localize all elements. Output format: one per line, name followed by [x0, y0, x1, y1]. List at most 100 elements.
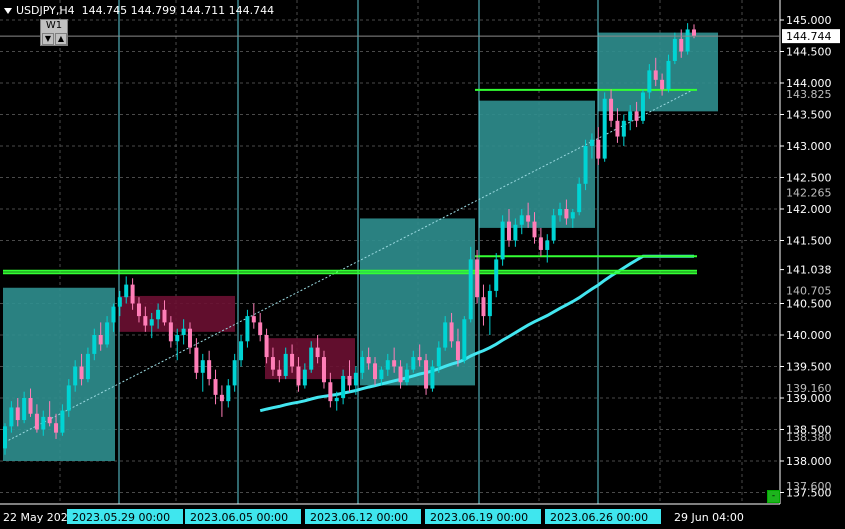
candle-body — [577, 183, 582, 213]
candle-body — [347, 375, 352, 386]
candle-body — [34, 413, 39, 430]
candle-body — [564, 209, 569, 219]
candle-body — [436, 347, 441, 367]
candle-body — [411, 357, 416, 370]
price-label: 139.500 — [786, 361, 832, 374]
candle-body — [156, 309, 161, 320]
candle-body — [628, 111, 633, 121]
candle-body — [162, 309, 167, 323]
price-label: 140.500 — [786, 298, 832, 311]
candle-body — [513, 224, 518, 241]
candle-body — [424, 360, 429, 389]
candle-body — [653, 70, 658, 80]
candle-body — [360, 357, 365, 373]
date-tag-label: 2023.06.05 00:00 — [190, 511, 288, 524]
candle-body — [124, 284, 129, 298]
candle-body — [462, 319, 467, 361]
candle-body — [519, 215, 524, 225]
candle-body — [105, 322, 110, 345]
candle-body — [28, 398, 33, 414]
candle-body — [296, 366, 301, 386]
candle-body — [596, 139, 601, 159]
candle-body — [136, 303, 141, 317]
candle-body — [117, 297, 122, 307]
candle-body — [22, 398, 27, 421]
price-label: 141.038 — [786, 264, 832, 277]
candle-body — [494, 259, 499, 291]
timeframe-widget[interactable]: W1 ▼ ▲ — [40, 19, 68, 46]
candle-body — [602, 98, 607, 159]
candle-body — [353, 372, 358, 386]
candle-body — [60, 410, 65, 433]
candle-body — [551, 215, 556, 241]
candle-body — [245, 316, 250, 342]
candle-body — [226, 385, 231, 402]
candle-body — [264, 335, 269, 358]
candle-body — [168, 322, 173, 342]
price-label: 141.500 — [786, 235, 832, 248]
date-tag-label: 2023.06.26 00:00 — [550, 511, 648, 524]
candle-body — [660, 79, 665, 90]
date-tag-label: 2023.05.29 00:00 — [72, 511, 170, 524]
demand-zone — [598, 32, 718, 112]
candle-body — [589, 139, 594, 146]
candle-body — [98, 335, 103, 345]
candle-body — [615, 120, 620, 137]
candle-body — [309, 347, 314, 370]
price-label: 142.000 — [786, 203, 832, 216]
date-tag-label: 2023.06.19 00:00 — [430, 511, 528, 524]
candle-body — [621, 120, 626, 137]
candle-body — [634, 111, 639, 121]
candle-body — [672, 38, 677, 61]
candle-body — [111, 306, 116, 323]
current-price-label: 144.744 — [786, 30, 832, 43]
candle-body — [443, 322, 448, 348]
candle-body — [545, 240, 550, 250]
corner-toggle-button[interactable]: - — [767, 490, 780, 503]
candle-body — [239, 341, 244, 361]
collapse-arrow-icon[interactable] — [4, 8, 12, 14]
price-label: 140.000 — [786, 329, 832, 342]
candle-body — [583, 146, 588, 184]
price-label-minor: 142.265 — [786, 186, 832, 199]
candle-body — [92, 335, 97, 354]
candle-body — [526, 215, 531, 222]
price-label: 144.500 — [786, 46, 832, 59]
candle-body — [3, 426, 7, 449]
candle-body — [79, 366, 84, 380]
candle-body — [251, 316, 256, 323]
candle-body — [666, 60, 671, 90]
candle-body — [404, 369, 409, 383]
price-label-minor: 140.705 — [786, 285, 832, 298]
price-label: 145.000 — [786, 14, 832, 27]
candle-body — [270, 357, 275, 370]
candle-body — [366, 357, 371, 364]
candle-body — [538, 237, 543, 250]
candle-body — [609, 98, 614, 121]
price-label: 138.000 — [786, 455, 832, 468]
candle-body — [258, 322, 263, 335]
candle-body — [679, 38, 684, 52]
candle-body — [200, 360, 205, 373]
ohlc-quote: 144.745 144.799 144.711 144.744 — [81, 4, 275, 17]
candle-body — [500, 221, 505, 260]
candle-body — [532, 221, 537, 238]
timeframe-up-button[interactable]: ▲ — [55, 33, 67, 45]
candle-body — [73, 366, 78, 386]
price-label: 143.000 — [786, 140, 832, 153]
candle-body — [290, 353, 295, 367]
candle-body — [647, 70, 652, 93]
price-chart[interactable]: 145.000144.500144.000143.500143.000142.5… — [0, 0, 845, 529]
candle-body — [392, 360, 397, 367]
time-label-end: 29 Jun 04:00 — [674, 511, 744, 524]
candle-body — [487, 290, 492, 317]
candle-body — [341, 375, 346, 398]
candle-body — [213, 379, 218, 395]
candle-body — [475, 259, 480, 298]
timeframe-label: W1 — [45, 20, 63, 31]
candle-body — [143, 316, 148, 326]
candle-body — [85, 353, 90, 380]
candle-body — [430, 366, 435, 389]
time-label-start: 22 May 2023 — [3, 511, 75, 524]
timeframe-down-button[interactable]: ▼ — [42, 33, 54, 45]
